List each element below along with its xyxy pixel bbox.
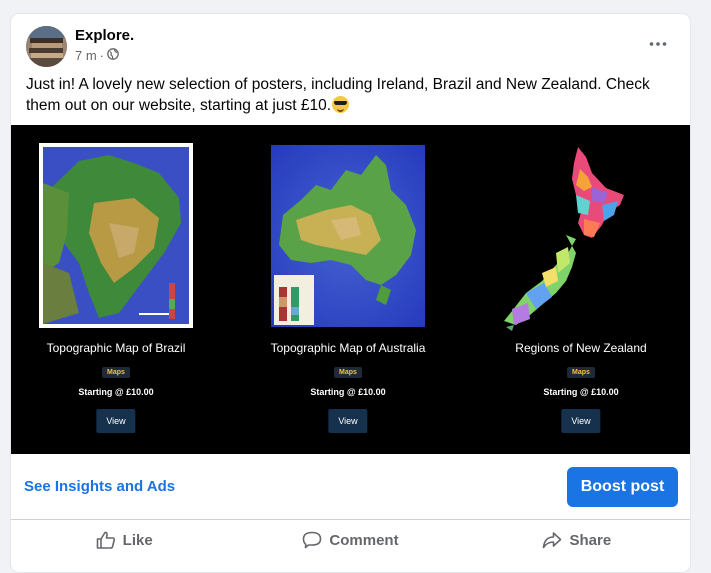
post-meta: 7 m · xyxy=(75,48,119,63)
brazil-map-image xyxy=(39,143,193,328)
poster-new-zealand: Regions of New Zealand Maps Starting @ £… xyxy=(471,125,690,454)
post-card: Explore. 7 m · Just in! A lovely new sel… xyxy=(10,13,691,573)
post-time[interactable]: 7 m xyxy=(75,48,97,63)
category-tag[interactable]: Maps xyxy=(334,367,362,378)
poster-price: Starting @ £10.00 xyxy=(78,387,154,397)
post-media-image[interactable]: Topographic Map of Brazil Maps Starting … xyxy=(11,125,690,454)
poster-price: Starting @ £10.00 xyxy=(543,387,619,397)
share-button[interactable]: Share xyxy=(464,520,690,560)
comment-icon xyxy=(303,531,322,549)
more-horizontal-icon xyxy=(649,42,667,46)
globe-icon[interactable] xyxy=(107,48,119,63)
more-options-button[interactable] xyxy=(646,34,670,54)
category-tag[interactable]: Maps xyxy=(567,367,595,378)
new-zealand-map-image xyxy=(496,143,666,333)
view-button[interactable]: View xyxy=(96,409,136,433)
share-label: Share xyxy=(569,531,612,549)
boost-post-button[interactable]: Boost post xyxy=(567,467,678,507)
comment-button[interactable]: Comment xyxy=(237,520,463,560)
page-name[interactable]: Explore. xyxy=(75,27,134,44)
post-actions: Like Comment Share xyxy=(11,520,690,560)
category-tag[interactable]: Maps xyxy=(102,367,130,378)
see-insights-link[interactable]: See Insights and Ads xyxy=(24,478,175,495)
like-button[interactable]: Like xyxy=(11,520,237,560)
view-button[interactable]: View xyxy=(328,409,368,433)
share-icon xyxy=(543,532,562,549)
view-button[interactable]: View xyxy=(561,409,601,433)
australia-map-image xyxy=(271,145,425,327)
insights-bar: See Insights and Ads Boost post xyxy=(11,454,690,519)
meta-separator: · xyxy=(99,48,105,63)
thumbs-up-icon xyxy=(96,531,115,549)
comment-label: Comment xyxy=(329,531,399,549)
poster-brazil: Topographic Map of Brazil Maps Starting … xyxy=(11,125,226,454)
poster-price: Starting @ £10.00 xyxy=(310,387,386,397)
poster-title: Regions of New Zealand xyxy=(515,341,647,355)
poster-australia: Topographic Map of Australia Maps Starti… xyxy=(238,125,458,454)
sunglasses-emoji-icon xyxy=(332,96,350,113)
poster-title: Topographic Map of Brazil xyxy=(46,341,186,355)
like-label: Like xyxy=(122,531,153,549)
post-text: Just in! A lovely new selection of poste… xyxy=(26,74,676,116)
avatar[interactable] xyxy=(26,26,67,67)
poster-title: Topographic Map of Australia xyxy=(270,341,426,355)
post-header: Explore. 7 m · xyxy=(11,14,690,70)
